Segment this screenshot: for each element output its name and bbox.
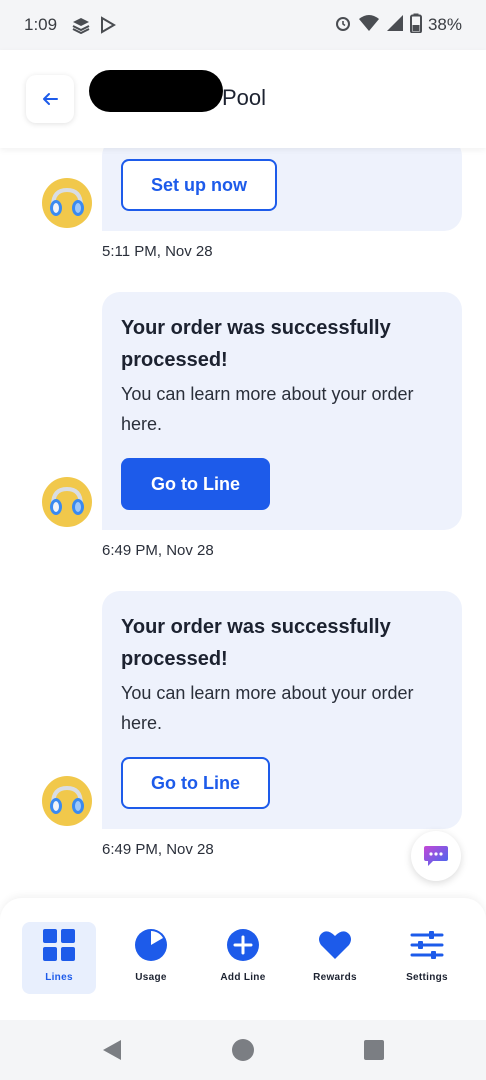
chat-thread[interactable]: Set up now 5:11 PM, Nov 28 Your order wa… [0,148,486,898]
heart-icon [318,928,352,962]
home-nav-icon[interactable] [231,1038,255,1062]
battery-icon [409,13,422,38]
set-up-now-button[interactable]: Set up now [121,159,277,211]
message-timestamp: 6:49 PM, Nov 28 [102,841,214,858]
tab-label: Lines [45,972,73,983]
message-title: Your order was successfully processed! [121,317,391,371]
grid-icon [42,928,76,962]
status-bar: 1:09 38% [0,0,486,50]
pie-chart-icon [134,928,168,962]
message-timestamp: 5:11 PM, Nov 28 [102,243,213,260]
tab-settings[interactable]: Settings [390,922,464,994]
message-title: Your order was successfully processed! [121,616,391,670]
status-time: 1:09 [24,15,58,34]
redacted-name [89,70,223,112]
stack-icon [71,16,91,34]
tab-usage[interactable]: Usage [114,922,188,994]
go-to-line-button[interactable]: Go to Line [121,458,270,510]
page-title: Pool [222,85,267,110]
chat-bubble: Your order was successfully processed! Y… [102,292,462,530]
wifi-icon [358,14,380,37]
tab-lines[interactable]: Lines [22,922,96,994]
back-nav-icon[interactable] [101,1039,123,1061]
message-body: You can learn more about your order here… [121,683,414,733]
avatar [42,477,92,527]
sliders-icon [410,928,444,962]
recents-nav-icon[interactable] [364,1040,384,1060]
tab-label: Settings [406,972,448,983]
tab-label: Add Line [220,972,266,983]
headphones-icon [50,187,84,216]
chat-bubble: Your order was successfully processed! Y… [102,591,462,829]
alarm-icon [334,14,352,37]
avatar [42,776,92,826]
tab-rewards[interactable]: Rewards [298,922,372,994]
bottom-tab-bar: Lines Usage Add Line Rewards Settings [0,898,486,1020]
chat-bubble-icon [424,846,448,866]
battery-percent: 38% [427,15,462,34]
arrow-left-icon [43,93,58,105]
back-button[interactable] [26,75,74,123]
message-body: You can learn more about your order here… [121,384,414,434]
message-timestamp: 6:49 PM, Nov 28 [102,542,214,559]
headphones-icon [50,486,84,515]
chat-fab-button[interactable] [411,831,461,881]
tab-add-line[interactable]: Add Line [206,922,280,994]
go-to-line-button[interactable]: Go to Line [121,757,270,809]
app-header: Pool [0,50,486,148]
tab-label: Rewards [313,972,357,983]
tab-label: Usage [135,972,167,983]
play-store-icon [99,16,117,34]
chat-bubble: Set up now [102,148,462,231]
plus-circle-icon [226,928,260,962]
headphones-icon [50,785,84,814]
system-nav-bar [0,1020,486,1080]
signal-icon [386,14,404,37]
avatar [42,178,92,228]
